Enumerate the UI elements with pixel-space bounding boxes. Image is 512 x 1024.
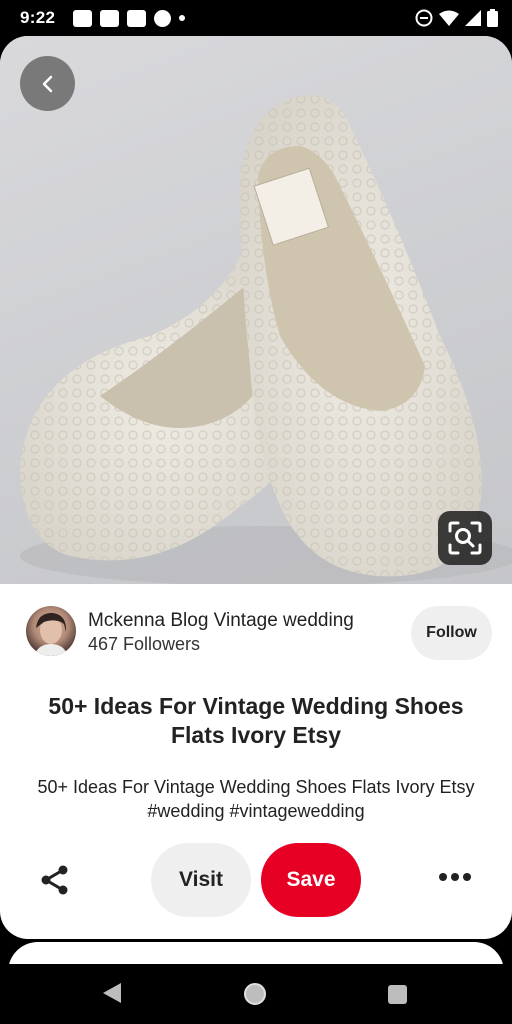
save-button[interactable]: Save [261,843,361,917]
pin-title: 50+ Ideas For Vintage Wedding Shoes Flat… [48,693,464,748]
follow-button[interactable]: Follow [411,606,492,660]
nav-home-icon[interactable] [244,983,266,1005]
app-notification-icon [127,9,147,27]
do-not-disturb-icon [415,9,433,27]
battery-icon [487,9,498,27]
author-name[interactable]: Mckenna Blog Vintage wedding [88,610,354,632]
chevron-left-icon [42,75,52,92]
status-bar: 9:22 [0,0,512,36]
visual-search-button[interactable] [438,511,492,565]
lens-search-icon [448,521,482,555]
visit-button[interactable]: Visit [151,843,251,917]
author-row: Mckenna Blog Vintage wedding 467 Followe… [0,604,512,664]
pin-card: Mckenna Blog Vintage wedding 467 Followe… [0,36,512,939]
system-nav-bar [0,964,512,1024]
action-bar: Visit Save [0,841,512,917]
share-icon[interactable] [38,863,72,897]
status-time: 9:22 [20,8,56,27]
wedding-shoes-illustration [20,95,512,584]
app-notification-icon [100,9,120,27]
wifi-icon [439,10,459,26]
follower-count: 467 Followers [88,634,201,654]
pin-description: 50+ Ideas For Vintage Wedding Shoes Flat… [37,777,475,821]
pin-image[interactable] [0,36,512,584]
avatar[interactable] [26,606,76,656]
profile-photo [34,612,68,656]
signal-icon [465,9,481,26]
more-notifications-icon [179,15,186,21]
more-options-icon[interactable] [438,871,472,883]
facebook-notification-icon [154,9,172,27]
gallery-notification-icon [73,9,93,27]
back-button[interactable] [20,56,75,111]
nav-recents-icon[interactable] [388,985,407,1004]
nav-back-icon[interactable] [102,982,122,1004]
